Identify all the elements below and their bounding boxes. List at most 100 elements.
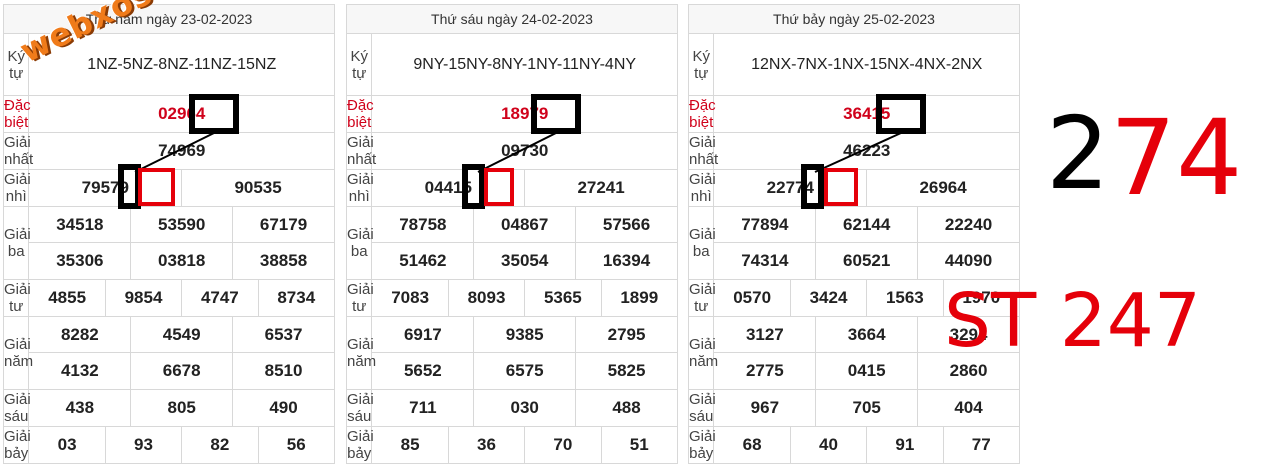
fifth-prize-value: 6575 xyxy=(473,352,577,390)
third-prize-value: 34518 xyxy=(28,206,132,243)
fourth-prize-label: Giải tư xyxy=(345,279,374,317)
fifth-prize-value: 8282 xyxy=(28,316,132,353)
fourth-prize-value: 8734 xyxy=(257,279,336,317)
sixth-prize-label: Giải sáu xyxy=(345,389,374,427)
seventh-prize-value: 51 xyxy=(600,426,679,464)
fifth-prize-value: 5652 xyxy=(371,352,475,390)
seventh-prize-value: 91 xyxy=(866,426,944,464)
seventh-prize-value: 85 xyxy=(371,426,449,464)
special-prize-label: Đặc biệt xyxy=(345,95,374,133)
fourth-prize-value: 5365 xyxy=(524,279,602,317)
fourth-prize-value: 8093 xyxy=(447,279,526,317)
third-prize-value: 44090 xyxy=(917,242,1020,280)
kytu-label: Ký tự xyxy=(345,33,373,96)
fifth-prize-value: 9385 xyxy=(473,316,577,353)
fifth-prize-value: 6917 xyxy=(371,316,475,353)
second-prize-value: 04415 xyxy=(371,169,526,207)
fourth-prize-value: 4855 xyxy=(28,279,106,317)
third-prize-value: 60521 xyxy=(815,242,919,280)
fifth-prize-value: 4549 xyxy=(130,316,234,353)
third-prize-value: 77894 xyxy=(713,206,817,243)
seventh-prize-value: 56 xyxy=(257,426,336,464)
sixth-prize-value: 404 xyxy=(917,389,1020,427)
second-prize-label: Giải nhì xyxy=(2,169,31,207)
fifth-prize-value: 8510 xyxy=(232,352,335,390)
first-prize-value: 46223 xyxy=(713,132,1020,170)
fifth-prize-value: 2860 xyxy=(917,352,1020,390)
table-header: Thứ bảy ngày 25-02-2023 xyxy=(688,4,1020,34)
first-prize-value: 74969 xyxy=(28,132,335,170)
third-prize-value: 03818 xyxy=(130,242,234,280)
fourth-prize-value: 7083 xyxy=(371,279,449,317)
second-prize-value: 27241 xyxy=(524,169,678,207)
third-prize-value: 57566 xyxy=(575,206,678,243)
fourth-prize-value: 0570 xyxy=(713,279,791,317)
seventh-prize-value: 82 xyxy=(181,426,259,464)
seventh-prize-label: Giải bảy xyxy=(345,426,374,464)
kytu-label: Ký tự xyxy=(687,33,715,96)
second-prize-label: Giải nhì xyxy=(687,169,716,207)
fifth-prize-value: 2795 xyxy=(575,316,678,353)
third-prize-value: 04867 xyxy=(473,206,577,243)
result-table-1: Thứ năm ngày 23-02-2023 Ký tự 1NZ-5NZ-8NZ… xyxy=(2,4,336,464)
fourth-prize-label: Giải tư xyxy=(2,279,31,317)
sixth-prize-value: 805 xyxy=(130,389,234,427)
fourth-prize-value: 9854 xyxy=(104,279,183,317)
third-prize-value: 22240 xyxy=(917,206,1020,243)
result-table-3: Thứ bảy ngày 25-02-2023 Ký tự 12NX-7NX-1N… xyxy=(687,4,1021,464)
sixth-prize-value: 030 xyxy=(473,389,577,427)
third-prize-value: 78758 xyxy=(371,206,475,243)
kytu-value: 9NY-15NY-8NY-1NY-11NY-4NY xyxy=(371,33,678,96)
sixth-prize-value: 705 xyxy=(815,389,919,427)
seventh-prize-value: 93 xyxy=(104,426,183,464)
first-prize-label: Giải nhất xyxy=(687,132,719,170)
seventh-prize-value: 70 xyxy=(524,426,602,464)
seventh-prize-label: Giải bảy xyxy=(687,426,716,464)
seventh-prize-value: 77 xyxy=(942,426,1021,464)
fourth-prize-value: 4747 xyxy=(181,279,259,317)
fifth-prize-label: Giải năm xyxy=(345,316,376,390)
fourth-prize-label: Giải tư xyxy=(687,279,716,317)
fifth-prize-value: 5825 xyxy=(575,352,678,390)
sixth-prize-label: Giải sáu xyxy=(2,389,31,427)
fourth-prize-value: 1970 xyxy=(942,279,1021,317)
fifth-prize-value: 4132 xyxy=(28,352,132,390)
third-prize-value: 35054 xyxy=(473,242,577,280)
special-prize-label: Đặc biệt xyxy=(687,95,716,133)
third-prize-value: 51462 xyxy=(371,242,475,280)
second-prize-value: 26964 xyxy=(866,169,1020,207)
second-prize-value: 79579 xyxy=(28,169,183,207)
first-prize-label: Giải nhất xyxy=(2,132,34,170)
first-prize-label: Giải nhất xyxy=(345,132,377,170)
seventh-prize-value: 68 xyxy=(713,426,791,464)
fourth-prize-value: 3424 xyxy=(789,279,868,317)
special-prize-label: Đặc biệt xyxy=(2,95,31,133)
sixth-prize-value: 438 xyxy=(28,389,132,427)
sixth-prize-value: 488 xyxy=(575,389,678,427)
result-table-2: Thứ sáu ngày 24-02-2023 Ký tự 9NY-15NY-8N… xyxy=(345,4,679,464)
fourth-prize-value: 1899 xyxy=(600,279,679,317)
special-prize-value: 02964 xyxy=(28,95,335,133)
handwritten-digit: 2 xyxy=(1046,95,1110,212)
fifth-prize-value: 0415 xyxy=(815,352,919,390)
fifth-prize-value: 6537 xyxy=(232,316,335,353)
fifth-prize-value: 6678 xyxy=(130,352,234,390)
table-header: Thứ sáu ngày 24-02-2023 xyxy=(346,4,678,34)
fifth-prize-value: 3294 xyxy=(917,316,1020,353)
handwritten-digits-red: 74 xyxy=(1110,97,1242,219)
seventh-prize-value: 36 xyxy=(447,426,526,464)
fifth-prize-value: 2775 xyxy=(713,352,817,390)
sixth-prize-value: 711 xyxy=(371,389,475,427)
third-prize-value: 38858 xyxy=(232,242,335,280)
third-prize-value: 16394 xyxy=(575,242,678,280)
third-prize-value: 35306 xyxy=(28,242,132,280)
kytu-value: 12NX-7NX-1NX-15NX-4NX-2NX xyxy=(713,33,1020,96)
fourth-prize-value: 1563 xyxy=(866,279,944,317)
second-prize-label: Giải nhì xyxy=(345,169,374,207)
second-prize-value: 22774 xyxy=(713,169,868,207)
third-prize-value: 62144 xyxy=(815,206,919,243)
third-prize-value: 74314 xyxy=(713,242,817,280)
third-prize-label: Giải ba xyxy=(2,206,31,280)
sixth-prize-label: Giải sáu xyxy=(687,389,716,427)
third-prize-label: Giải ba xyxy=(345,206,374,280)
